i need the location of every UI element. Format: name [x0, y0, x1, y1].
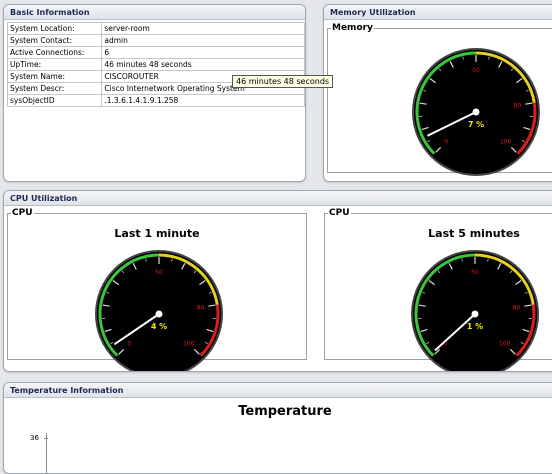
info-label: System Location: — [8, 23, 102, 35]
temperature-heading: Temperature — [4, 404, 552, 419]
cpu-5min-heading: Last 5 minutes — [404, 227, 544, 240]
info-label: System Name: — [8, 71, 102, 83]
gauge-hub — [473, 109, 480, 116]
gauge-tick-label: 80 — [197, 304, 205, 311]
gauge-tick-label: 50 — [471, 269, 479, 276]
basic-info-panel: Basic Information System Location:server… — [3, 4, 306, 182]
cpu-5min-legend: CPU — [328, 208, 351, 218]
gauge-hub — [156, 311, 163, 318]
basic-info-table: System Location:server-roomSystem Contac… — [7, 22, 305, 107]
uptime-tooltip: 46 minutes 48 seconds — [232, 75, 333, 88]
cpu-1min-gauge: 0 50 80 100 4 % — [90, 245, 228, 372]
basic-info-title: Basic Information — [4, 5, 305, 20]
info-row: Active Connections:6 — [8, 47, 305, 59]
cpu-title: CPU Utilization — [4, 191, 552, 206]
info-value: server-room — [102, 23, 305, 35]
cpu-5min-gauge: 050801001 % — [406, 245, 544, 372]
info-label: UpTime: — [8, 59, 102, 71]
gauge-hub — [472, 311, 479, 318]
info-value: 6 — [102, 47, 305, 59]
memory-panel: Memory Utilization Memory 0 50 80 100 7 % — [323, 4, 552, 182]
temperature-gridline — [44, 438, 48, 439]
gauge-tick-label: 80 — [513, 304, 521, 311]
info-label: System Descr: — [8, 83, 102, 95]
info-row: System Location:server-room — [8, 23, 305, 35]
cpu-panel: CPU Utilization CPU Last 1 minute 0 50 80 1… — [3, 190, 552, 372]
cpu-1min-heading: Last 1 minute — [7, 227, 307, 240]
info-row: sysObjectID.1.3.6.1.4.1.9.1.258 — [8, 95, 305, 107]
temperature-y-tick: 36 — [30, 434, 39, 442]
temperature-y-axis — [46, 433, 47, 473]
gauge-tick-label: 80 — [514, 102, 522, 109]
gauge-tick-label: 0 — [444, 139, 448, 146]
cpu-1min-legend: CPU — [11, 208, 34, 218]
gauge-tick-label: 50 — [472, 67, 480, 74]
info-value: .1.3.6.1.4.1.9.1.258 — [102, 95, 305, 107]
info-label: Active Connections: — [8, 47, 102, 59]
gauge-value-label: 4 % — [151, 322, 167, 331]
memory-title: Memory Utilization — [324, 5, 552, 20]
gauge-tick-label: 100 — [499, 341, 511, 348]
gauge-tick-label: 0 — [127, 341, 131, 348]
memory-gauge: 0 50 80 100 7 % — [407, 43, 545, 181]
info-row: UpTime:46 minutes 48 seconds — [8, 59, 305, 71]
gauge-tick-label: 100 — [500, 139, 512, 146]
gauge-value-label: 7 % — [468, 120, 484, 129]
info-value: 46 minutes 48 seconds — [102, 59, 305, 71]
info-row: System Contact:admin — [8, 35, 305, 47]
info-value: admin — [102, 35, 305, 47]
info-label: sysObjectID — [8, 95, 102, 107]
temperature-title: Temperature Information — [4, 383, 552, 398]
gauge-tick-label: 100 — [183, 341, 195, 348]
memory-legend: Memory — [331, 23, 374, 33]
temperature-panel: Temperature Information Temperature 36 — [3, 382, 552, 474]
info-label: System Contact: — [8, 35, 102, 47]
gauge-value-label: 1 % — [467, 322, 483, 331]
gauge-tick-label: 50 — [155, 269, 163, 276]
